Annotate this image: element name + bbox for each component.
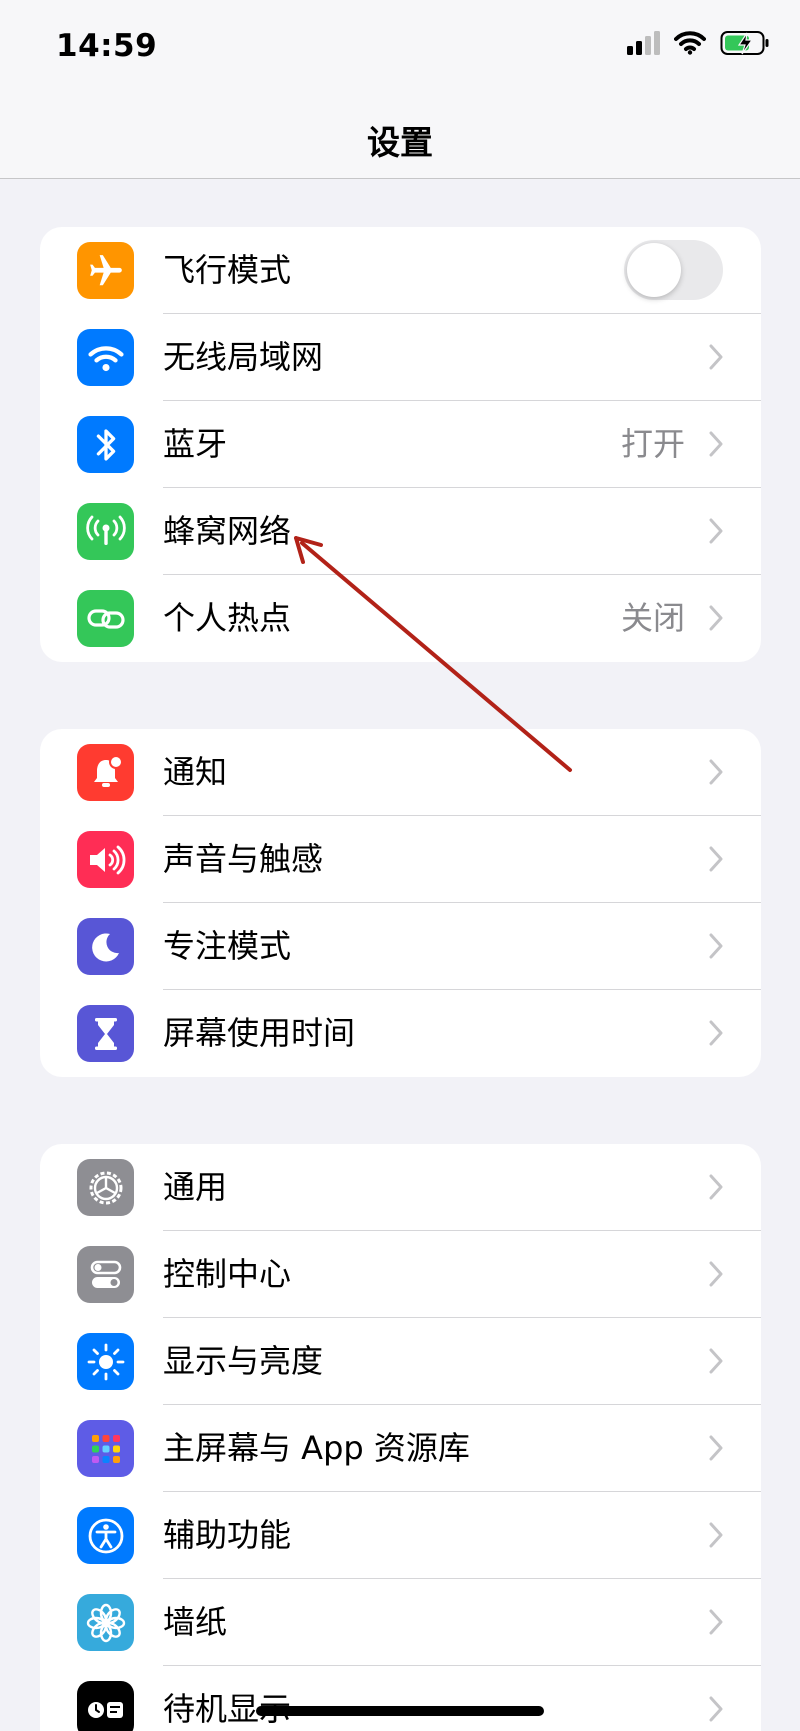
hourglass-icon: [77, 1005, 134, 1062]
home-indicator[interactable]: [256, 1706, 544, 1716]
settings-row-label: 辅助功能: [163, 1516, 292, 1554]
flower-icon: [77, 1594, 134, 1651]
settings-row-bluetooth[interactable]: 蓝牙 打开: [40, 401, 761, 488]
settings-row-label: 待机显示: [163, 1690, 292, 1728]
wifi-status-icon: [674, 31, 706, 55]
settings-row-notifications[interactable]: 通知: [40, 729, 761, 816]
settings-group-connectivity: 飞行模式 无线局域网 蓝牙 打开 蜂窝网络 个人热点 关闭: [40, 227, 761, 662]
home-grid-icon: [77, 1420, 134, 1477]
settings-row-cellular[interactable]: 蜂窝网络: [40, 488, 761, 575]
settings-row-wifi[interactable]: 无线局域网: [40, 314, 761, 401]
settings-row-airplane-mode[interactable]: 飞行模式: [40, 227, 761, 314]
chevron-right-icon: [709, 1522, 723, 1548]
settings-row-personal-hotspot[interactable]: 个人热点 关闭: [40, 575, 761, 662]
page-title: 设置: [367, 123, 433, 162]
status-time: 14:59: [56, 28, 158, 64]
settings-row-value: 打开: [620, 425, 685, 463]
settings-row-label: 专注模式: [163, 927, 292, 965]
settings-row-control-center[interactable]: 控制中心: [40, 1231, 761, 1318]
gear-icon: [77, 1159, 134, 1216]
chevron-right-icon: [709, 1348, 723, 1374]
signal-icon: [627, 31, 660, 55]
chevron-right-icon: [709, 1696, 723, 1722]
settings-row-label: 无线局域网: [163, 338, 324, 376]
settings-row-screen-time[interactable]: 屏幕使用时间: [40, 990, 761, 1077]
chevron-right-icon: [709, 518, 723, 544]
airplane-icon: [77, 242, 134, 299]
chevron-right-icon: [709, 1435, 723, 1461]
settings-row-home-screen[interactable]: 主屏幕与 App 资源库: [40, 1405, 761, 1492]
settings-row-focus[interactable]: 专注模式: [40, 903, 761, 990]
chevron-right-icon: [709, 933, 723, 959]
settings-row-label: 蜂窝网络: [163, 512, 292, 550]
settings-row-standby[interactable]: 待机显示: [40, 1666, 761, 1731]
settings-row-value: 关闭: [620, 599, 685, 637]
airplane-mode-toggle[interactable]: [624, 240, 723, 300]
chevron-right-icon: [709, 1609, 723, 1635]
chevron-right-icon: [709, 605, 723, 631]
sound-icon: [77, 831, 134, 888]
settings-row-display-brightness[interactable]: 显示与亮度: [40, 1318, 761, 1405]
settings-row-label: 飞行模式: [163, 251, 292, 289]
settings-row-label: 声音与触感: [163, 840, 324, 878]
navigation-bar: 14:59 设置: [0, 0, 800, 179]
settings-row-label: 通知: [163, 753, 228, 791]
settings-row-wallpaper[interactable]: 墙纸: [40, 1579, 761, 1666]
bluetooth-icon: [77, 416, 134, 473]
settings-row-sounds-haptics[interactable]: 声音与触感: [40, 816, 761, 903]
standby-icon: [77, 1681, 134, 1731]
chevron-right-icon: [709, 759, 723, 785]
wifi-icon: [77, 329, 134, 386]
accessibility-icon: [77, 1507, 134, 1564]
notifications-icon: [77, 744, 134, 801]
settings-row-label: 主屏幕与 App 资源库: [163, 1429, 470, 1467]
settings-row-label: 蓝牙: [163, 425, 228, 463]
settings-row-label: 控制中心: [163, 1255, 292, 1293]
settings-row-label: 墙纸: [163, 1603, 228, 1641]
settings-row-label: 通用: [163, 1168, 228, 1206]
settings-row-label: 屏幕使用时间: [163, 1014, 356, 1052]
battery-icon: [720, 31, 769, 55]
sun-icon: [77, 1333, 134, 1390]
switches-icon: [77, 1246, 134, 1303]
settings-group-notifications: 通知 声音与触感 专注模式 屏幕使用时间: [40, 729, 761, 1077]
settings-group-general: 通用 控制中心 显示与亮度 主屏幕与 App 资源库 辅助功能 墙纸 待机显示: [40, 1144, 761, 1731]
chevron-right-icon: [709, 1020, 723, 1046]
settings-row-accessibility[interactable]: 辅助功能: [40, 1492, 761, 1579]
chevron-right-icon: [709, 1174, 723, 1200]
settings-row-label: 个人热点: [163, 599, 292, 637]
cellular-icon: [77, 503, 134, 560]
status-icons: [626, 30, 770, 56]
settings-row-label: 显示与亮度: [163, 1342, 324, 1380]
chevron-right-icon: [709, 846, 723, 872]
moon-icon: [77, 918, 134, 975]
settings-row-general[interactable]: 通用: [40, 1144, 761, 1231]
chevron-right-icon: [709, 344, 723, 370]
hotspot-icon: [77, 590, 134, 647]
toggle-knob: [627, 243, 681, 297]
chevron-right-icon: [709, 431, 723, 457]
chevron-right-icon: [709, 1261, 723, 1287]
